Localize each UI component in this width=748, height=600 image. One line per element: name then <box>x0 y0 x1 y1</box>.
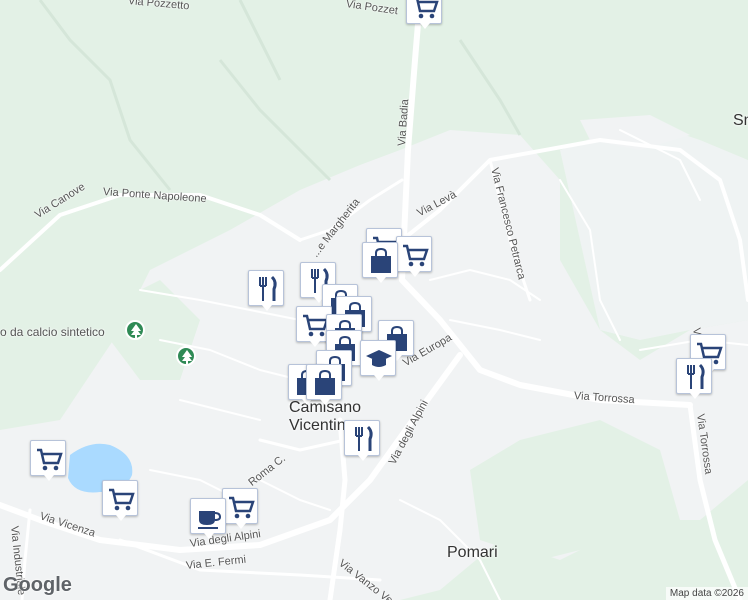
fork-knife-icon <box>355 425 373 451</box>
cart-icon <box>403 244 429 267</box>
map-attribution[interactable]: Map data ©2026 <box>665 587 748 600</box>
cart-icon <box>109 488 135 511</box>
poi-label-calcio: o da calcio sintetico <box>0 325 105 339</box>
restaurant-marker[interactable] <box>344 420 380 461</box>
restaurant-marker[interactable] <box>248 270 284 311</box>
cart-icon <box>37 448 63 471</box>
cafe-marker[interactable] <box>190 498 226 539</box>
park-icon[interactable] <box>176 346 196 366</box>
supermarket-marker[interactable] <box>30 440 66 481</box>
shop-marker[interactable] <box>306 364 342 405</box>
map-canvas[interactable]: Via Pozzetto Via Pozzet Via Badia Via Ca… <box>0 0 748 600</box>
supermarket-marker[interactable] <box>222 488 258 529</box>
supermarket-marker[interactable] <box>102 480 138 521</box>
cart-icon <box>416 0 439 19</box>
shopping-bag-icon <box>371 247 391 273</box>
fork-knife-icon <box>687 363 705 389</box>
school-marker[interactable] <box>360 340 396 381</box>
supermarket-marker[interactable] <box>406 0 442 29</box>
park-icon[interactable] <box>125 320 145 340</box>
restaurant-marker[interactable] <box>676 358 712 399</box>
graduation-cap-icon <box>366 350 392 367</box>
supermarket-marker[interactable] <box>396 236 432 277</box>
place-label-pomari: Pomari <box>447 544 498 561</box>
shopping-bag-icon <box>315 369 335 395</box>
place-label-sm: Sm <box>733 112 748 129</box>
cart-icon <box>229 496 255 519</box>
coffee-cup-icon <box>198 511 222 529</box>
shop-marker[interactable] <box>362 242 398 283</box>
fork-knife-icon <box>259 275 277 301</box>
google-logo: Google <box>3 574 72 596</box>
